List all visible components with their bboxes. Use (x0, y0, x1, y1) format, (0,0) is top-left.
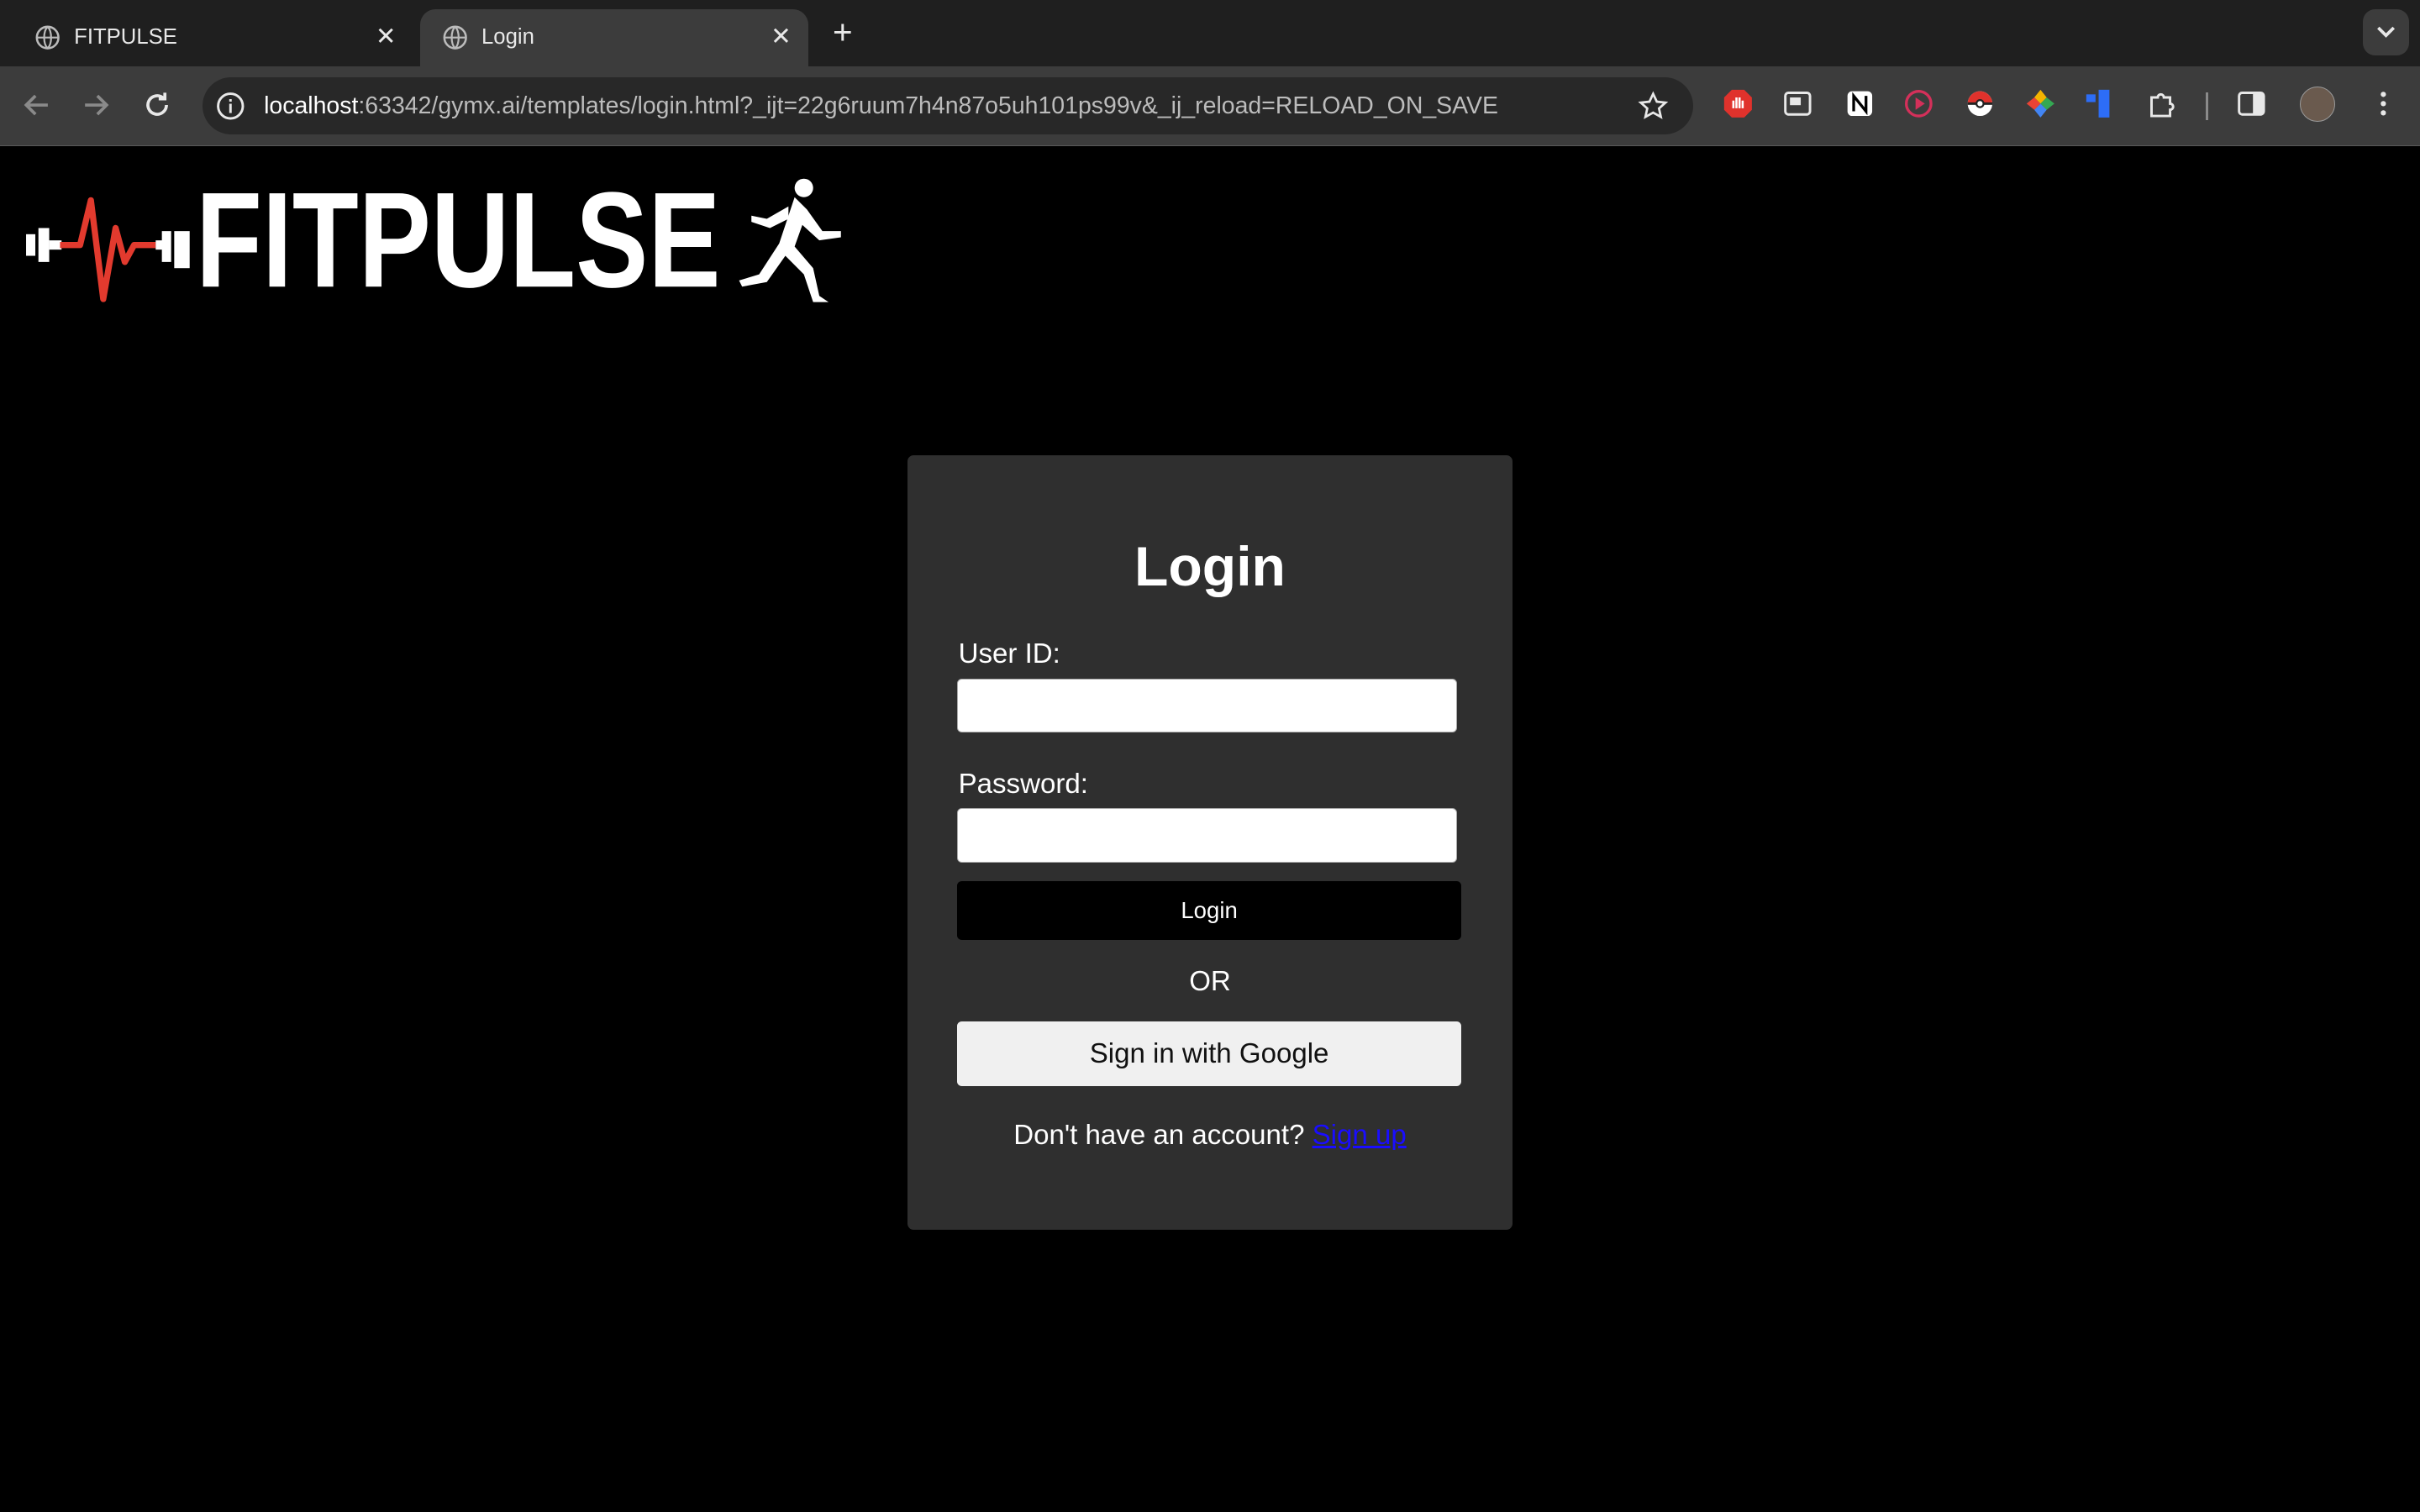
toolbar-divider (2205, 92, 2209, 121)
signup-prompt-row: Don't have an account? Sign up (908, 1120, 1512, 1152)
tab-fitpulse[interactable]: FITPULSE ✕ (13, 9, 414, 66)
forward-icon[interactable] (77, 87, 114, 123)
signup-prompt-text: Don't have an account? (1013, 1120, 1305, 1152)
runner-icon (739, 179, 841, 302)
login-title: Login (1134, 536, 1286, 599)
or-divider-text: OR (1189, 965, 1231, 997)
browser-toolbar: localhost:63342/gymx.ai/templates/login.… (0, 66, 2420, 146)
profile-avatar[interactable] (2299, 86, 2336, 123)
back-icon[interactable] (18, 87, 55, 123)
picture-in-picture-icon[interactable] (1782, 88, 1813, 119)
close-tab-icon[interactable]: ✕ (769, 24, 793, 49)
new-tab-icon[interactable]: + (827, 15, 858, 49)
url-text[interactable]: localhost:63342/gymx.ai/templates/login.… (264, 92, 1498, 120)
globe-icon (35, 25, 60, 50)
tab-login[interactable]: Login ✕ (419, 9, 809, 66)
pokeball-icon[interactable] (1965, 88, 1996, 119)
password-label: Password: (958, 768, 1088, 800)
site-info-icon[interactable] (214, 90, 247, 123)
notion-icon[interactable] (1844, 88, 1876, 119)
user-id-input[interactable] (956, 679, 1457, 733)
reload-icon[interactable] (139, 87, 176, 123)
tab-search-button[interactable] (2363, 9, 2410, 56)
address-bar[interactable]: localhost:63342/gymx.ai/templates/login.… (202, 76, 1693, 134)
more-menu-icon[interactable] (2368, 88, 2399, 119)
blue-extension-icon[interactable] (2085, 88, 2116, 119)
signup-link[interactable]: Sign up (1313, 1120, 1407, 1151)
bookmark-star-icon[interactable] (1638, 91, 1669, 122)
google-sign-in-button[interactable]: Sign in with Google (956, 1021, 1462, 1087)
tab-strip: FITPULSE ✕ Login ✕ + (0, 0, 2420, 66)
color-wheel-icon[interactable] (2025, 88, 2056, 119)
puzzle-icon[interactable] (2147, 88, 2178, 119)
globe-icon (443, 25, 467, 50)
password-input[interactable] (956, 808, 1457, 863)
fitpulse-logo: FITPULSE (26, 166, 841, 308)
url-path: :63342/gymx.ai/templates/login.html?_ijt… (358, 92, 1498, 120)
logo-wordmark: FITPULSE (196, 166, 720, 308)
chevron-down-icon (2377, 26, 2396, 38)
adblock-icon[interactable] (1723, 88, 1754, 119)
tab-title: FITPULSE (74, 25, 177, 50)
login-button[interactable]: Login (956, 880, 1462, 940)
close-tab-icon[interactable]: ✕ (374, 24, 398, 49)
side-panel-icon[interactable] (2236, 88, 2267, 119)
tab-title: Login (481, 25, 534, 50)
user-id-label: User ID: (958, 638, 1060, 670)
login-card: Login User ID: Password: Login OR Sign i… (908, 454, 1512, 1230)
url-host: localhost (264, 92, 359, 120)
video-extension-icon[interactable] (1903, 88, 1934, 119)
